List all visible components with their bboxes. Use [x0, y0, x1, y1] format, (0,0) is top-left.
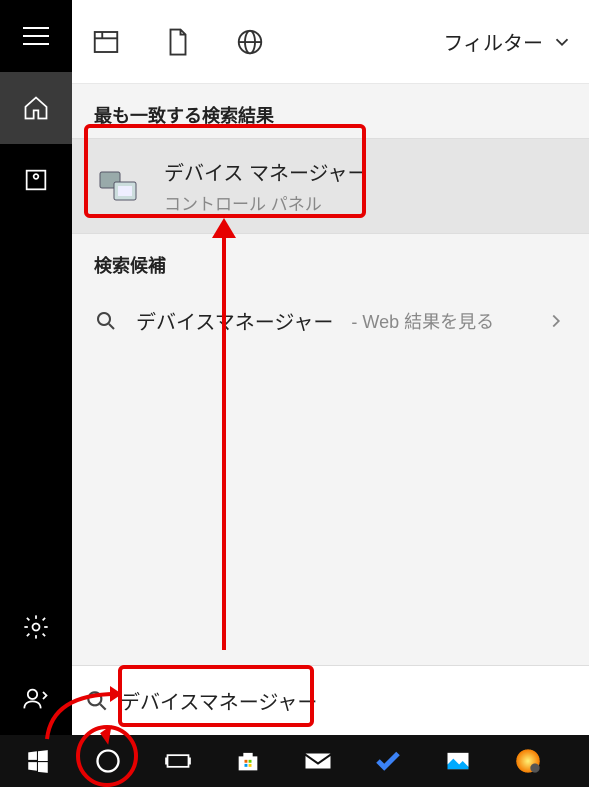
search-input[interactable]	[120, 681, 577, 721]
document-icon	[163, 27, 193, 57]
mail-icon	[303, 746, 333, 776]
suggestion-label: デバイスマネージャー	[136, 306, 333, 335]
cortana-sidebar	[0, 0, 72, 735]
store-icon	[234, 747, 262, 775]
orb-icon	[514, 747, 542, 775]
windows-icon	[25, 748, 51, 774]
store-button[interactable]	[220, 735, 276, 787]
todo-button[interactable]	[360, 735, 416, 787]
app-button[interactable]	[500, 735, 556, 787]
search-panel: フィルター 最も一致する検索結果 デバイス マネージャー コントロール パネル …	[72, 0, 589, 735]
filter-label: フィルター	[443, 27, 543, 56]
photos-icon	[444, 747, 472, 775]
home-icon	[22, 94, 50, 122]
hamburger-icon	[23, 27, 49, 45]
documents-scope-button[interactable]	[160, 24, 196, 60]
photos-button[interactable]	[430, 735, 486, 787]
cortana-circle-icon	[94, 747, 122, 775]
search-results: 最も一致する検索結果 デバイス マネージャー コントロール パネル 検索候補 デ…	[72, 84, 589, 665]
chevron-right-icon	[545, 310, 567, 332]
taskview-button[interactable]	[150, 735, 206, 787]
search-icon	[94, 309, 118, 333]
best-match-subtitle: コントロール パネル	[164, 190, 368, 215]
apps-icon	[91, 27, 121, 57]
cortana-button[interactable]	[80, 735, 136, 787]
search-box[interactable]	[72, 665, 589, 735]
best-match-texts: デバイス マネージャー コントロール パネル	[164, 157, 368, 215]
device-manager-icon	[94, 162, 142, 210]
check-icon	[373, 746, 403, 776]
web-scope-button[interactable]	[232, 24, 268, 60]
suggestions-header: 検索候補	[72, 234, 589, 288]
taskbar	[0, 735, 589, 787]
chevron-down-icon	[551, 31, 573, 53]
taskview-icon	[164, 747, 192, 775]
best-match-title: デバイス マネージャー	[164, 157, 368, 186]
best-match-header: 最も一致する検索結果	[72, 84, 589, 138]
start-button[interactable]	[10, 735, 66, 787]
apps-scope-button[interactable]	[88, 24, 124, 60]
globe-icon	[235, 27, 265, 57]
best-match-item[interactable]: デバイス マネージャー コントロール パネル	[72, 138, 589, 234]
feedback-button[interactable]	[0, 663, 72, 735]
home-button[interactable]	[0, 72, 72, 144]
saved-button[interactable]	[0, 144, 72, 216]
hamburger-button[interactable]	[0, 0, 72, 72]
filter-dropdown[interactable]: フィルター	[443, 27, 573, 56]
search-scope-toolbar: フィルター	[72, 0, 589, 84]
mail-button[interactable]	[290, 735, 346, 787]
suggestion-item[interactable]: デバイスマネージャー - Web 結果を見る	[72, 288, 589, 353]
settings-button[interactable]	[0, 591, 72, 663]
saved-icon	[22, 166, 50, 194]
search-icon	[84, 688, 110, 714]
suggestion-suffix: - Web 結果を見る	[351, 308, 494, 334]
feedback-icon	[22, 685, 50, 713]
gear-icon	[22, 613, 50, 641]
